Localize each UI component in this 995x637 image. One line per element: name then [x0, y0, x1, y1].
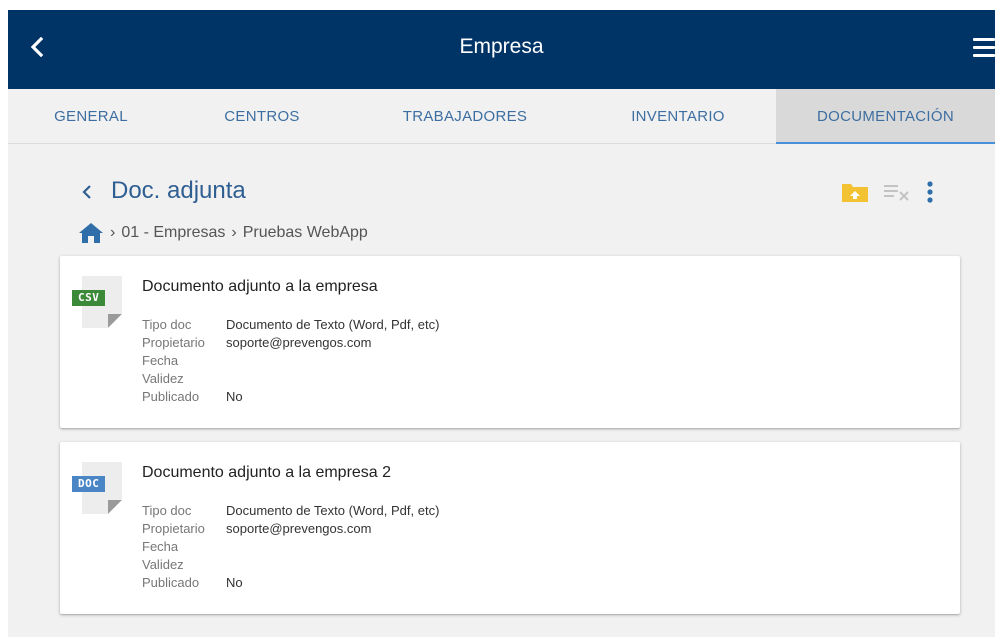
csv-file-icon: CSV: [72, 276, 130, 336]
tab-documentacion[interactable]: DOCUMENTACIÓN: [776, 89, 995, 144]
meta-label-propietario: Propietario: [142, 521, 205, 536]
hamburger-menu-icon[interactable]: [973, 36, 995, 60]
meta-label-fecha: Fecha: [142, 353, 179, 368]
meta-label-propietario: Propietario: [142, 335, 205, 350]
app-bar: Empresa: [8, 10, 995, 89]
meta-value-propietario: soporte@prevengos.com: [226, 335, 372, 350]
document-card[interactable]: CSV Documento adjunto a la empresa Tipo …: [60, 256, 960, 428]
section-title: Doc. adjunta: [111, 177, 246, 204]
tab-bar: GENERAL CENTROS TRABAJADORES INVENTARIO …: [8, 89, 995, 144]
more-vertical-icon: [927, 181, 933, 203]
meta-value-publicado: No: [226, 389, 243, 404]
breadcrumb-item-empresas[interactable]: 01 - Empresas: [121, 224, 225, 242]
tab-trabajadores[interactable]: TRABAJADORES: [350, 89, 580, 143]
app-title: Empresa: [459, 35, 544, 58]
meta-label-validez: Validez: [142, 557, 184, 572]
clear-list-button[interactable]: [883, 182, 911, 202]
folder-upload-icon: [842, 184, 868, 202]
meta-value-publicado: No: [226, 575, 243, 590]
tab-centros[interactable]: CENTROS: [174, 89, 350, 143]
file-type-badge: DOC: [72, 476, 106, 492]
upload-button[interactable]: [841, 181, 869, 203]
meta-label-fecha: Fecha: [142, 539, 179, 554]
app-frame: Empresa GENERAL CENTROS TRABAJADORES INV…: [8, 10, 995, 637]
meta-label-tipo: Tipo doc: [142, 317, 192, 332]
meta-label-publicado: Publicado: [142, 389, 200, 404]
toolbar: [841, 180, 935, 204]
breadcrumb-separator: ›: [231, 224, 237, 241]
meta-label-publicado: Publicado: [142, 575, 200, 590]
meta-value-tipo: Documento de Texto (Word, Pdf, etc): [226, 317, 440, 332]
breadcrumb: › 01 - Empresas › Pruebas WebApp: [78, 220, 368, 246]
section-back-button[interactable]: [80, 178, 100, 206]
document-card[interactable]: DOC Documento adjunto a la empresa 2 Tip…: [60, 442, 960, 614]
home-icon[interactable]: [78, 222, 104, 244]
chevron-left-icon: [82, 185, 91, 199]
document-title: Documento adjunto a la empresa: [142, 278, 378, 295]
document-title: Documento adjunto a la empresa 2: [142, 464, 392, 481]
meta-label-validez: Validez: [142, 371, 184, 386]
document-meta: Tipo doc Documento de Texto (Word, Pdf, e…: [142, 502, 439, 592]
file-type-badge: CSV: [72, 290, 106, 306]
tab-general[interactable]: GENERAL: [8, 89, 174, 143]
more-options-button[interactable]: [925, 180, 935, 204]
breadcrumb-separator: ›: [110, 224, 116, 241]
document-meta: Tipo doc Documento de Texto (Word, Pdf, e…: [142, 316, 439, 406]
meta-label-tipo: Tipo doc: [142, 503, 192, 518]
meta-value-tipo: Documento de Texto (Word, Pdf, etc): [226, 503, 440, 518]
clear-list-icon: [884, 185, 909, 201]
meta-value-propietario: soporte@prevengos.com: [226, 521, 372, 536]
tab-inventario[interactable]: INVENTARIO: [580, 89, 776, 143]
doc-file-icon: DOC: [72, 462, 130, 522]
breadcrumb-item-pruebas[interactable]: Pruebas WebApp: [243, 224, 368, 242]
